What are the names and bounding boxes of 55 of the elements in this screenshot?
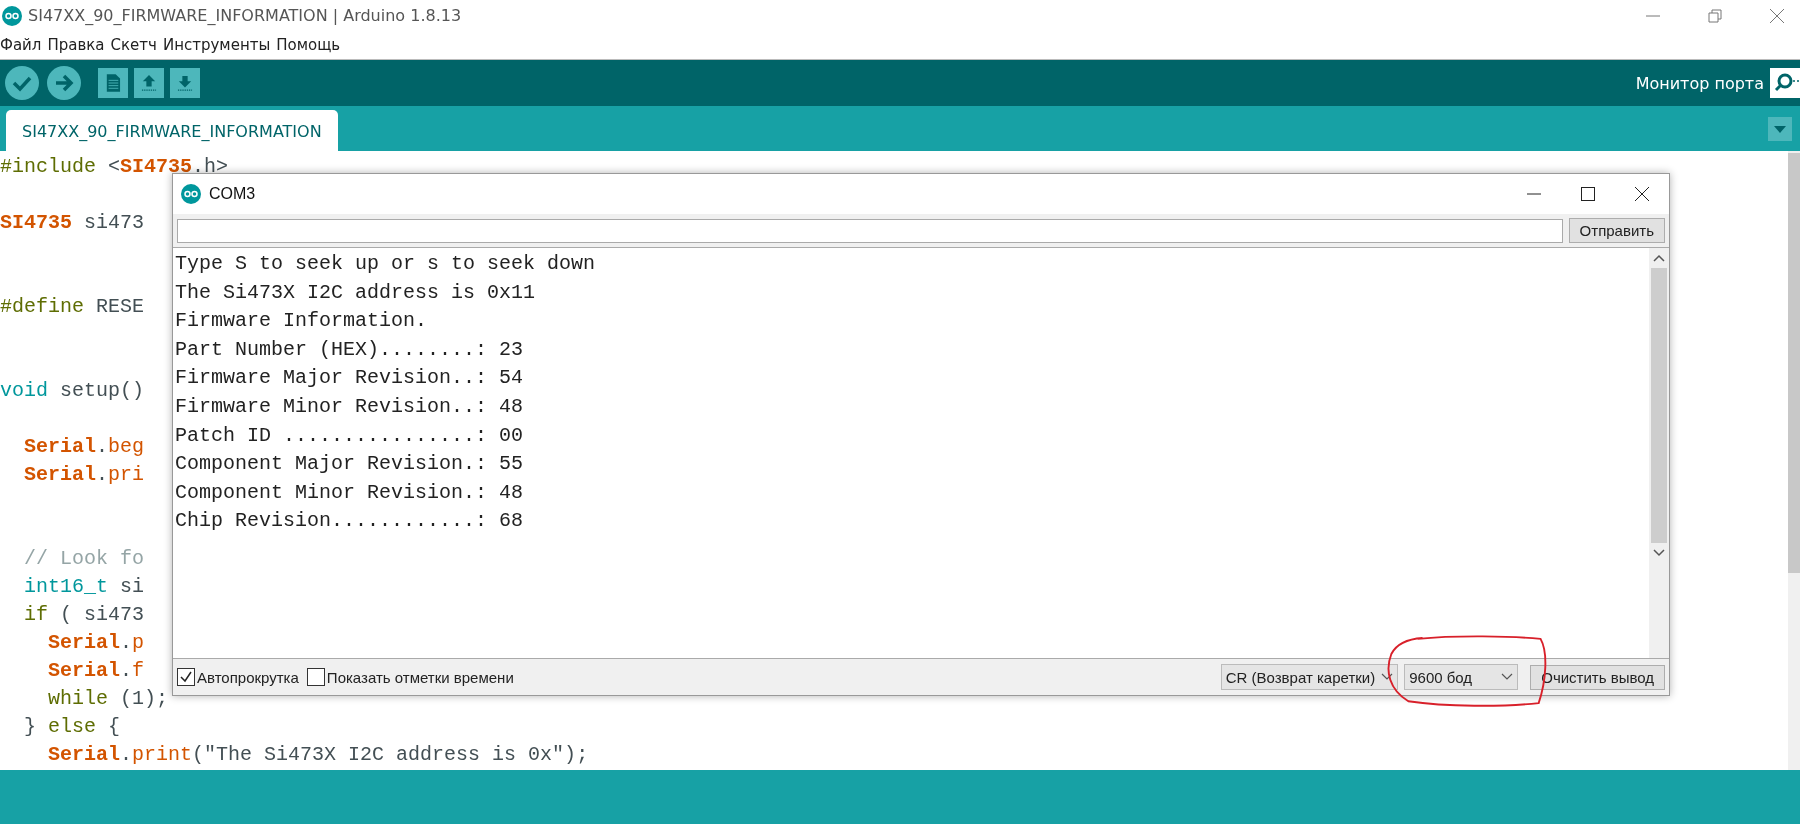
serial-output-line: Firmware Major Revision..: 54 [175, 365, 525, 392]
checkbox-label[interactable]: Автопрокрутка [197, 668, 299, 686]
serial-output-line: Part Number (HEX)........: 23 [175, 336, 525, 363]
serial-output-line: Patch ID ................: 00 [175, 422, 525, 449]
output-scrollbar[interactable] [1649, 248, 1669, 658]
code-line: while (1); [47, 686, 169, 712]
checkbox[interactable] [306, 668, 325, 686]
code-line: int16_t si [23, 574, 145, 600]
maximize-icon[interactable] [1581, 187, 1595, 201]
menu-item[interactable]: Файл [0, 36, 42, 54]
serial-output-line: Component Major Revision.: 55 [175, 451, 525, 478]
new-file-icon[interactable] [98, 68, 128, 98]
menu-item[interactable]: Помощь [276, 36, 341, 54]
menu-item[interactable]: Скетч [110, 36, 157, 54]
caret-icon [1381, 673, 1394, 681]
send-input-field[interactable] [177, 218, 1563, 243]
serial-output-line: Firmware Minor Revision..: 48 [175, 393, 525, 420]
code-line: Serial.print("The Si473X I2C address is 0x"); [47, 742, 589, 768]
send-button[interactable]: Отправить [1568, 218, 1665, 243]
code-line: Serial.beg [23, 434, 145, 460]
serial-monitor-label: Монитор порта [1635, 73, 1764, 93]
baud-rate-dropdown[interactable]: 9600 бод [1404, 664, 1519, 690]
app-logo-icon [181, 184, 201, 204]
serial-monitor-magnifier-icon[interactable] [1770, 68, 1800, 98]
line-ending-dropdown[interactable]: CR (Возврат каретки) [1220, 664, 1399, 690]
restore-icon[interactable] [1708, 8, 1722, 23]
menu-item[interactable]: Инструменты [162, 36, 271, 54]
tab-menu-dropdown-icon[interactable] [1768, 116, 1792, 141]
code-line: Serial.f [47, 658, 145, 684]
window-title: SI47XX_90_FIRMWARE_INFORMATION | Arduino 1.8.13 [28, 6, 462, 25]
sketch-tab[interactable]: SI47XX_90_FIRMWARE_INFORMATION [6, 110, 338, 151]
serial-output-line: Chip Revision............: 68 [175, 508, 525, 535]
scroll-down-icon[interactable] [1653, 549, 1665, 557]
checkbox-label[interactable]: Показать отметки времени [326, 668, 514, 686]
code-line: } else { [23, 714, 121, 740]
checkbox[interactable] [177, 668, 195, 686]
close-icon[interactable] [1635, 187, 1649, 201]
code-line: // Look fo [23, 546, 145, 572]
code-line: if ( si473 [23, 602, 145, 628]
verify-check-icon[interactable] [4, 65, 40, 101]
serial-output-line: The Si473X I2C address is 0x11 [175, 279, 537, 306]
code-line: Serial.p [47, 630, 145, 656]
serial-output-line: Type S to seek up or s to seek down [175, 251, 597, 277]
editor-scrollbar[interactable] [1788, 151, 1800, 770]
scroll-up-icon[interactable] [1653, 254, 1665, 262]
code-line: Serial.pri [23, 462, 145, 488]
serial-output-line: Component Minor Revision.: 48 [175, 479, 525, 506]
code-line: #define RESE [0, 294, 145, 320]
caret-icon [1501, 673, 1514, 681]
code-line: SI4735 si473 [0, 210, 145, 236]
code-line: void setup() [0, 378, 145, 404]
menu-item[interactable]: Правка [47, 36, 105, 54]
serial-output-line: Firmware Information. [175, 308, 429, 335]
code-line: #include <SI4735.h> [0, 154, 229, 180]
serial-window-title: COM3 [209, 185, 256, 203]
